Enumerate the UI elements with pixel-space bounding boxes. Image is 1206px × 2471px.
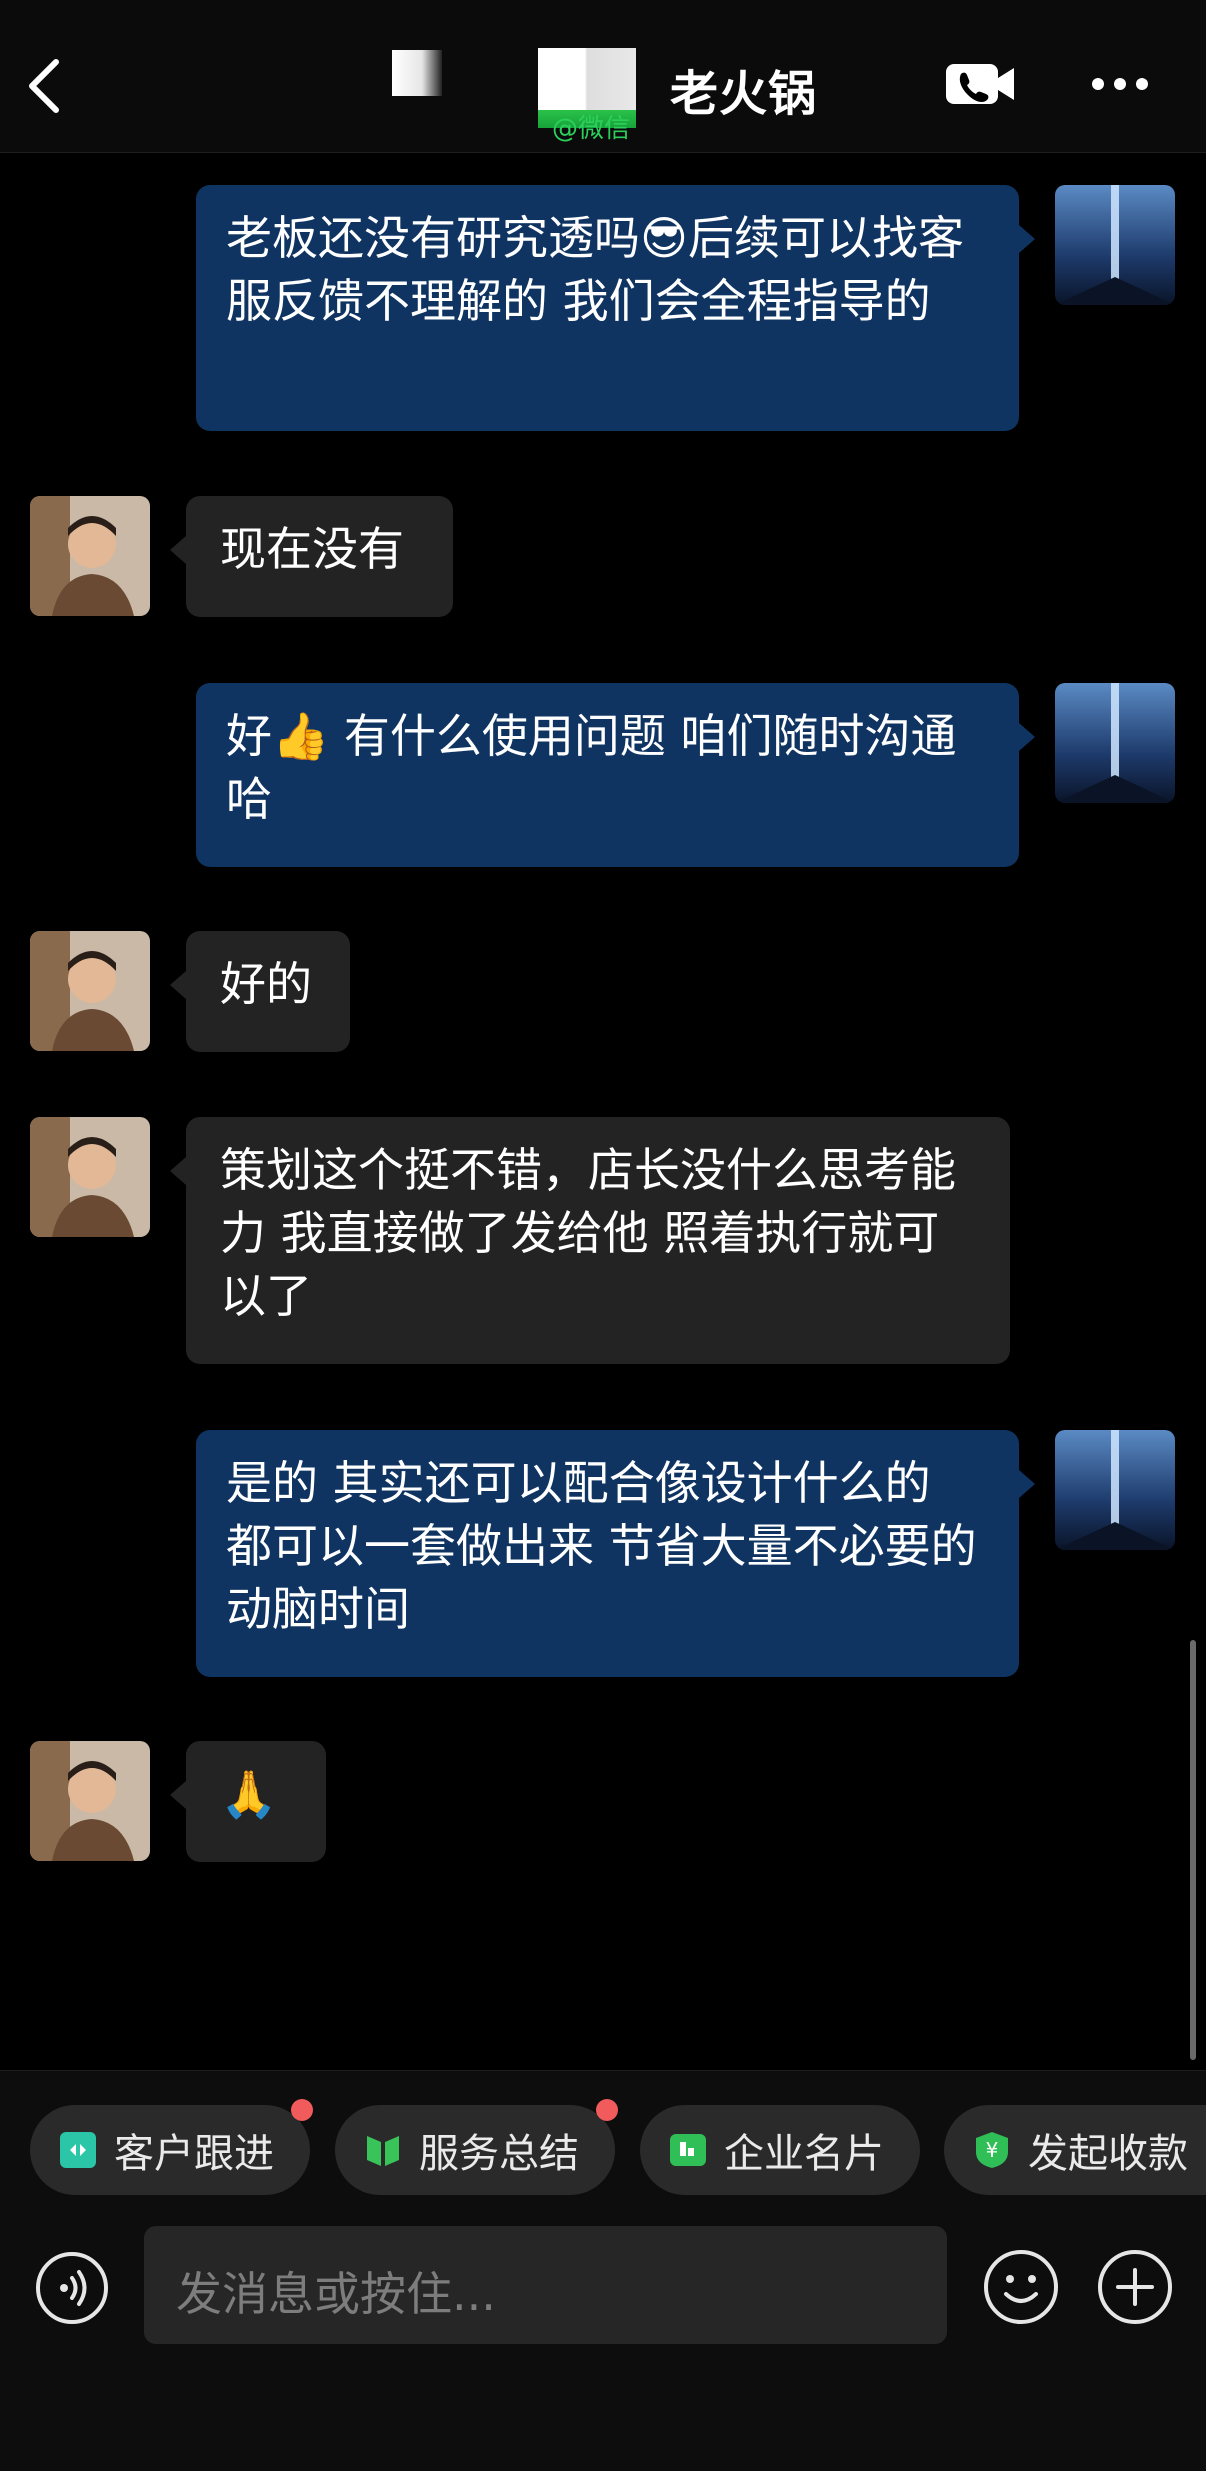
message-text: 🙏 bbox=[220, 1767, 278, 1821]
message-text: 老板还没有研究透吗😎后续可以找客服反馈不理解的 我们会全程指导的 bbox=[226, 211, 964, 328]
payment-icon: ¥ bbox=[976, 2132, 1008, 2168]
quick-action-business-card[interactable]: 企业名片 bbox=[640, 2105, 920, 2195]
svg-text:¥: ¥ bbox=[986, 2138, 999, 2162]
quick-action-label: 客户跟进 bbox=[114, 2131, 274, 2177]
incoming-message-bubble[interactable]: 好的 bbox=[170, 931, 350, 1052]
contact-avatar[interactable] bbox=[30, 1117, 150, 1237]
business-card-icon bbox=[670, 2134, 706, 2166]
contact-avatar[interactable] bbox=[30, 496, 150, 616]
outgoing-message-bubble[interactable]: 是的 其实还可以配合像设计什么的 都可以一套做出来 节省大量不必要的动脑时间 bbox=[196, 1430, 1035, 1677]
redacted-name-block bbox=[538, 48, 636, 110]
incoming-message-bubble[interactable]: 现在没有 bbox=[170, 496, 453, 617]
message-input-placeholder: 发消息或按住... bbox=[176, 2267, 496, 2321]
quick-action-service-summary[interactable]: 服务总结 bbox=[335, 2105, 615, 2195]
quick-action-payment[interactable]: ¥ 发起收款 bbox=[944, 2105, 1206, 2195]
quick-action-label: 企业名片 bbox=[724, 2131, 884, 2177]
notification-badge bbox=[291, 2099, 313, 2121]
message-text: 好的 bbox=[220, 957, 312, 1011]
quick-action-customer-follow[interactable]: 客户跟进 bbox=[30, 2105, 310, 2195]
message-input-bar: 发消息或按住... bbox=[0, 2200, 1206, 2471]
incoming-message-bubble[interactable]: 🙏 bbox=[170, 1741, 326, 1862]
notification-badge bbox=[596, 2099, 618, 2121]
quick-action-label: 发起收款 bbox=[1028, 2131, 1188, 2177]
my-avatar[interactable] bbox=[1055, 1430, 1175, 1550]
redacted-avatar-block bbox=[392, 50, 442, 96]
emoji-icon[interactable] bbox=[982, 2248, 1060, 2326]
outgoing-message-bubble[interactable]: 好👍 有什么使用问题 咱们随时沟通哈 bbox=[196, 683, 1035, 867]
quick-action-label: 服务总结 bbox=[419, 2131, 579, 2177]
contact-avatar[interactable] bbox=[30, 931, 150, 1051]
message-text: 现在没有 bbox=[220, 522, 404, 576]
my-avatar[interactable] bbox=[1055, 185, 1175, 305]
more-options-icon[interactable] bbox=[1090, 76, 1150, 92]
service-summary-icon bbox=[367, 2136, 399, 2166]
wechat-tag: @微信 bbox=[552, 114, 631, 144]
contact-avatar[interactable] bbox=[30, 1741, 150, 1861]
video-call-icon[interactable] bbox=[944, 62, 1016, 106]
my-avatar[interactable] bbox=[1055, 683, 1175, 803]
customer-follow-icon bbox=[60, 2132, 96, 2168]
chat-title-area[interactable]: @微信 老火锅 bbox=[380, 30, 840, 144]
chat-header: @微信 老火锅 bbox=[0, 0, 1206, 153]
message-text: 是的 其实还可以配合像设计什么的 都可以一套做出来 节省大量不必要的动脑时间 bbox=[226, 1456, 977, 1636]
incoming-message-bubble[interactable]: 策划这个挺不错，店长没什么思考能力 我直接做了发给他 照着执行就可以了 bbox=[170, 1117, 1010, 1364]
message-text: 好👍 有什么使用问题 咱们随时沟通哈 bbox=[226, 709, 957, 826]
message-input[interactable]: 发消息或按住... bbox=[144, 2226, 947, 2344]
back-arrow-icon[interactable] bbox=[22, 56, 68, 116]
plus-icon[interactable] bbox=[1096, 2248, 1174, 2326]
voice-input-icon[interactable] bbox=[34, 2250, 110, 2326]
message-text: 策划这个挺不错，店长没什么思考能力 我直接做了发给他 照着执行就可以了 bbox=[220, 1143, 956, 1323]
chat-scrollbar[interactable] bbox=[1190, 1640, 1196, 2060]
outgoing-message-bubble[interactable]: 老板还没有研究透吗😎后续可以找客服反馈不理解的 我们会全程指导的 bbox=[196, 185, 1035, 431]
quick-action-bar: 客户跟进 服务总结 企业名片 ¥ 发起收款 bbox=[0, 2070, 1206, 2201]
chat-title: 老火锅 bbox=[670, 66, 818, 122]
